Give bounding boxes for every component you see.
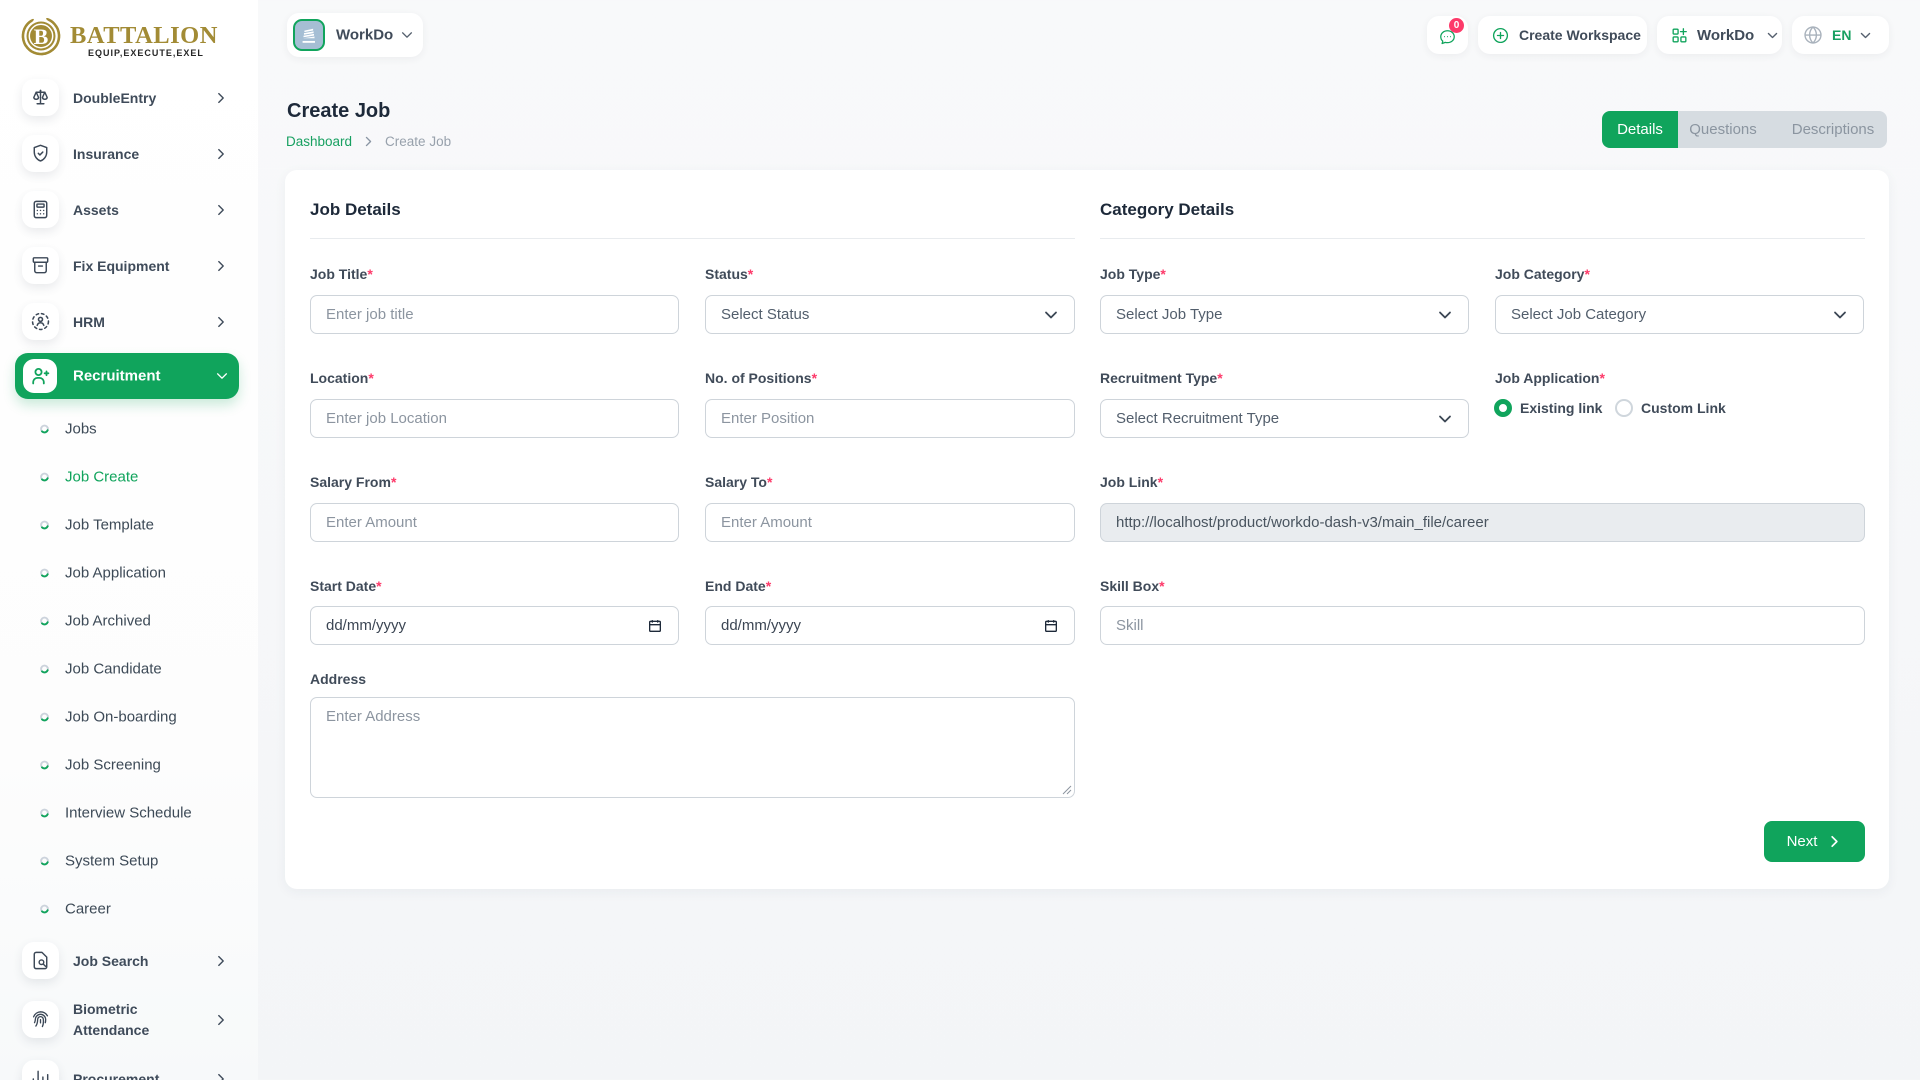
svg-text:EQUIP,EXECUTE,EXEL: EQUIP,EXECUTE,EXEL — [88, 48, 204, 58]
svg-text:B: B — [34, 24, 49, 49]
svg-text:BATTALION: BATTALION — [70, 22, 218, 49]
